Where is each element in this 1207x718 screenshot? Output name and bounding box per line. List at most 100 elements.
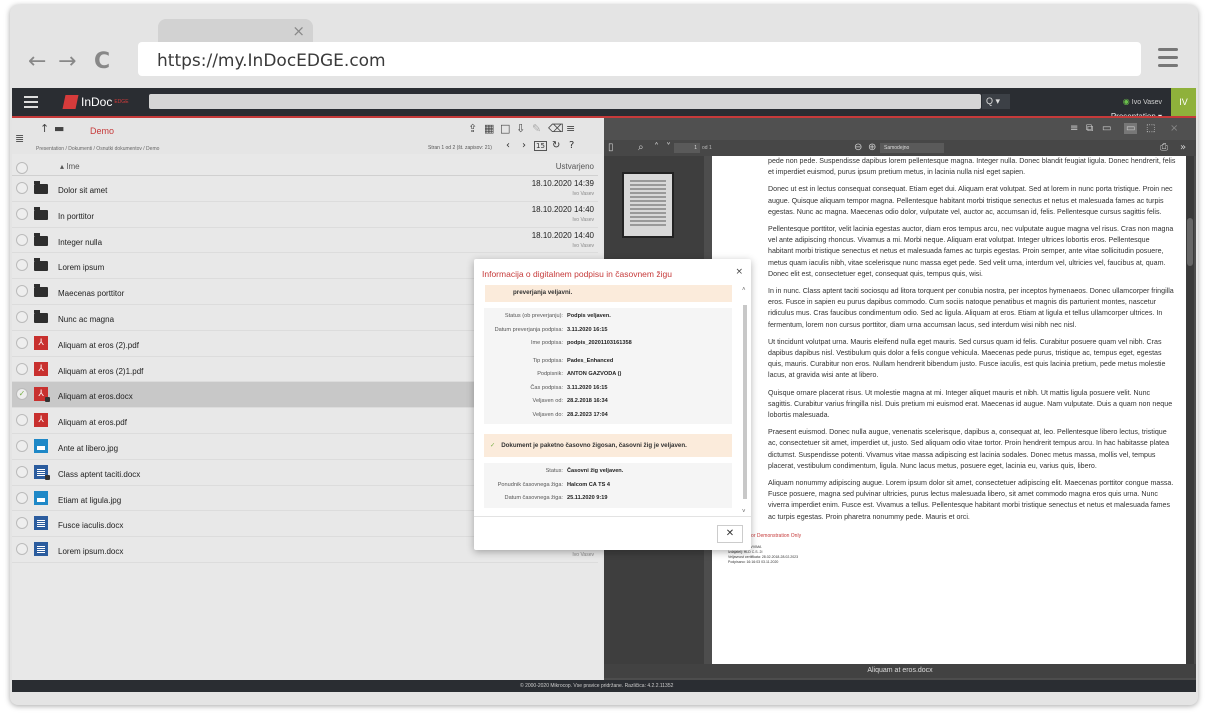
row-checkbox[interactable] [16, 414, 28, 427]
row-checkbox[interactable] [16, 362, 28, 375]
browser-menu-icon[interactable] [1158, 48, 1178, 72]
file-name[interactable]: Lorem ipsum.docx [58, 547, 123, 556]
row-checkbox[interactable] [16, 543, 28, 556]
signer-details: Tip podpisa: Pades_Enhanced Podpisnik: ANTO… [484, 352, 732, 424]
image-file-icon [34, 438, 48, 453]
file-name[interactable]: Fusce iaculis.docx [58, 521, 123, 530]
file-name[interactable]: Class aptent taciti.docx [58, 470, 140, 479]
list-options-icon[interactable]: ≡ [566, 122, 575, 135]
row-checkbox[interactable] [16, 259, 28, 272]
close-icon[interactable]: × [735, 267, 743, 277]
page-thumbnail[interactable] [622, 172, 674, 238]
pdf-file-icon: ⅄ [34, 361, 48, 376]
sidebar-toggle-icon[interactable]: ▯ [608, 142, 614, 153]
column-name[interactable]: ▴ Ime [60, 162, 80, 171]
search-button[interactable]: Q ▾ [982, 94, 1010, 109]
breadcrumb[interactable]: Presentation / Dokumenti / Osnutki dokum… [36, 146, 159, 152]
row-checkbox[interactable] [16, 233, 28, 246]
file-name[interactable]: Aliquam at eros (2).pdf [58, 341, 139, 350]
next-page-icon[interactable]: ˅ [666, 142, 671, 153]
select-all-checkbox[interactable] [16, 162, 28, 174]
avatar[interactable]: IV [1171, 88, 1196, 116]
row-checkbox[interactable] [16, 182, 28, 194]
row-checkbox[interactable]: ✓ [16, 388, 28, 401]
open-external-icon[interactable]: ⧉ [1086, 123, 1093, 134]
file-name[interactable]: Lorem ipsum [58, 263, 104, 272]
prev-page-icon[interactable]: ˄ [654, 142, 659, 153]
print-icon[interactable]: ⎙ [1160, 142, 1168, 153]
row-checkbox[interactable] [16, 465, 28, 478]
address-bar[interactable]: https://my.InDocEDGE.com [138, 42, 1141, 76]
prev-page-icon[interactable]: ‹ [506, 140, 510, 151]
file-name[interactable]: Dolor sit amet [58, 186, 107, 195]
help-icon[interactable]: ? [569, 140, 574, 151]
zoom-select[interactable]: Samodejno [880, 143, 944, 153]
more-tools-icon[interactable]: » [1180, 142, 1186, 153]
back-arrow-icon[interactable]: ← [28, 49, 46, 74]
page-number[interactable]: 15 [534, 141, 547, 151]
fullscreen-icon[interactable]: ⬚ [1146, 123, 1155, 134]
row-checkbox[interactable] [16, 491, 28, 504]
global-search-input[interactable] [149, 94, 981, 109]
upload-icon[interactable]: ⇪ [468, 122, 477, 135]
table-row[interactable]: Integer nulla 18.10.2020 14:40 Ivo Vasev [12, 228, 598, 254]
file-name[interactable]: Etiam at ligula.jpg [58, 496, 121, 505]
hamburger-menu-icon[interactable] [24, 96, 38, 111]
row-checkbox[interactable] [16, 517, 28, 530]
file-name[interactable]: Ante at libero.jpg [58, 444, 118, 453]
delete-icon[interactable]: ⌫ [548, 122, 564, 135]
indoc-logo[interactable]: InDoc EDGE [62, 94, 129, 110]
next-page-icon[interactable]: › [522, 140, 526, 151]
file-name[interactable]: Aliquam at eros.pdf [58, 418, 127, 427]
tab-close-icon[interactable]: × [292, 22, 305, 40]
refresh-icon[interactable]: ↻ [552, 140, 560, 151]
browser-tab[interactable]: × [158, 19, 313, 43]
row-checkbox[interactable] [16, 207, 28, 220]
logo-mark-icon [62, 95, 79, 109]
reload-icon[interactable]: C [94, 49, 110, 74]
row-checkbox[interactable] [16, 336, 28, 349]
table-row[interactable]: Dolor sit amet 18.10.2020 14:39 Ivo Vasev [12, 176, 598, 202]
column-created[interactable]: Ustvarjeno [556, 162, 594, 171]
row-checkbox[interactable] [16, 439, 28, 452]
table-row[interactable]: In porttitor 18.10.2020 14:40 Ivo Vasev [12, 202, 598, 228]
row-checkbox[interactable] [16, 310, 28, 323]
viewer-scrollbar[interactable] [1186, 156, 1194, 664]
new-document-icon[interactable]: □ [500, 122, 510, 135]
signature-info-dialog: Informacija o digitalnem podpisu in časo… [474, 259, 751, 550]
viewer-toolbar: ≡ ⧉ ▭ ▭ ⬚ × [604, 118, 1196, 140]
tree-toggle-icon[interactable]: ≣ [15, 132, 24, 145]
check-icon: ✓ [490, 442, 496, 449]
split-view-icon[interactable]: ▭ [1124, 123, 1138, 134]
row-checkbox[interactable] [16, 285, 28, 298]
download-icon[interactable]: ⇩ [516, 122, 525, 135]
find-icon[interactable]: ⌕ [638, 142, 644, 153]
page-input[interactable]: 1 [674, 143, 700, 153]
file-name[interactable]: Integer nulla [58, 238, 102, 247]
scroll-down-icon[interactable]: ˅ [742, 509, 746, 515]
layout-icon[interactable]: ▭ [1102, 123, 1111, 134]
dialog-scrollbar[interactable]: ˄ ˅ [742, 287, 748, 515]
new-folder-icon[interactable]: ▦ [484, 122, 494, 135]
word-file-icon [34, 516, 48, 531]
detail-label: Podpisnik: [537, 371, 563, 377]
created-date: 18.10.2020 14:39 [531, 179, 594, 188]
zoom-in-icon[interactable]: ⊕ [868, 142, 876, 153]
up-folder-icon[interactable]: ↑ [40, 122, 49, 135]
url-text[interactable]: https://my.InDocEDGE.com [157, 51, 386, 71]
list-view-icon[interactable]: ≡ [1070, 123, 1078, 134]
file-name[interactable]: Maecenas porttitor [58, 289, 124, 298]
close-button[interactable]: ✕ [717, 525, 743, 543]
forward-arrow-icon[interactable]: → [58, 49, 76, 74]
file-name[interactable]: Aliquam at eros (2)1.pdf [58, 367, 143, 376]
file-name[interactable]: Aliquam at eros.docx [58, 392, 133, 401]
document-page: pede non pede. Suspendisse dapibus lorem… [712, 156, 1186, 664]
file-name[interactable]: In porttitor [58, 212, 94, 221]
scroll-up-icon[interactable]: ˄ [742, 287, 746, 293]
file-name[interactable]: Nunc ac magna [58, 315, 114, 324]
detail-value: Podpis veljaven. [567, 313, 611, 319]
zoom-out-icon[interactable]: ⊖ [854, 142, 862, 153]
document-paragraph: Praesent euismod. Donec nulla augue, ven… [768, 428, 1170, 470]
edit-icon[interactable]: ✎ [532, 122, 541, 135]
close-viewer-icon[interactable]: × [1170, 123, 1178, 134]
